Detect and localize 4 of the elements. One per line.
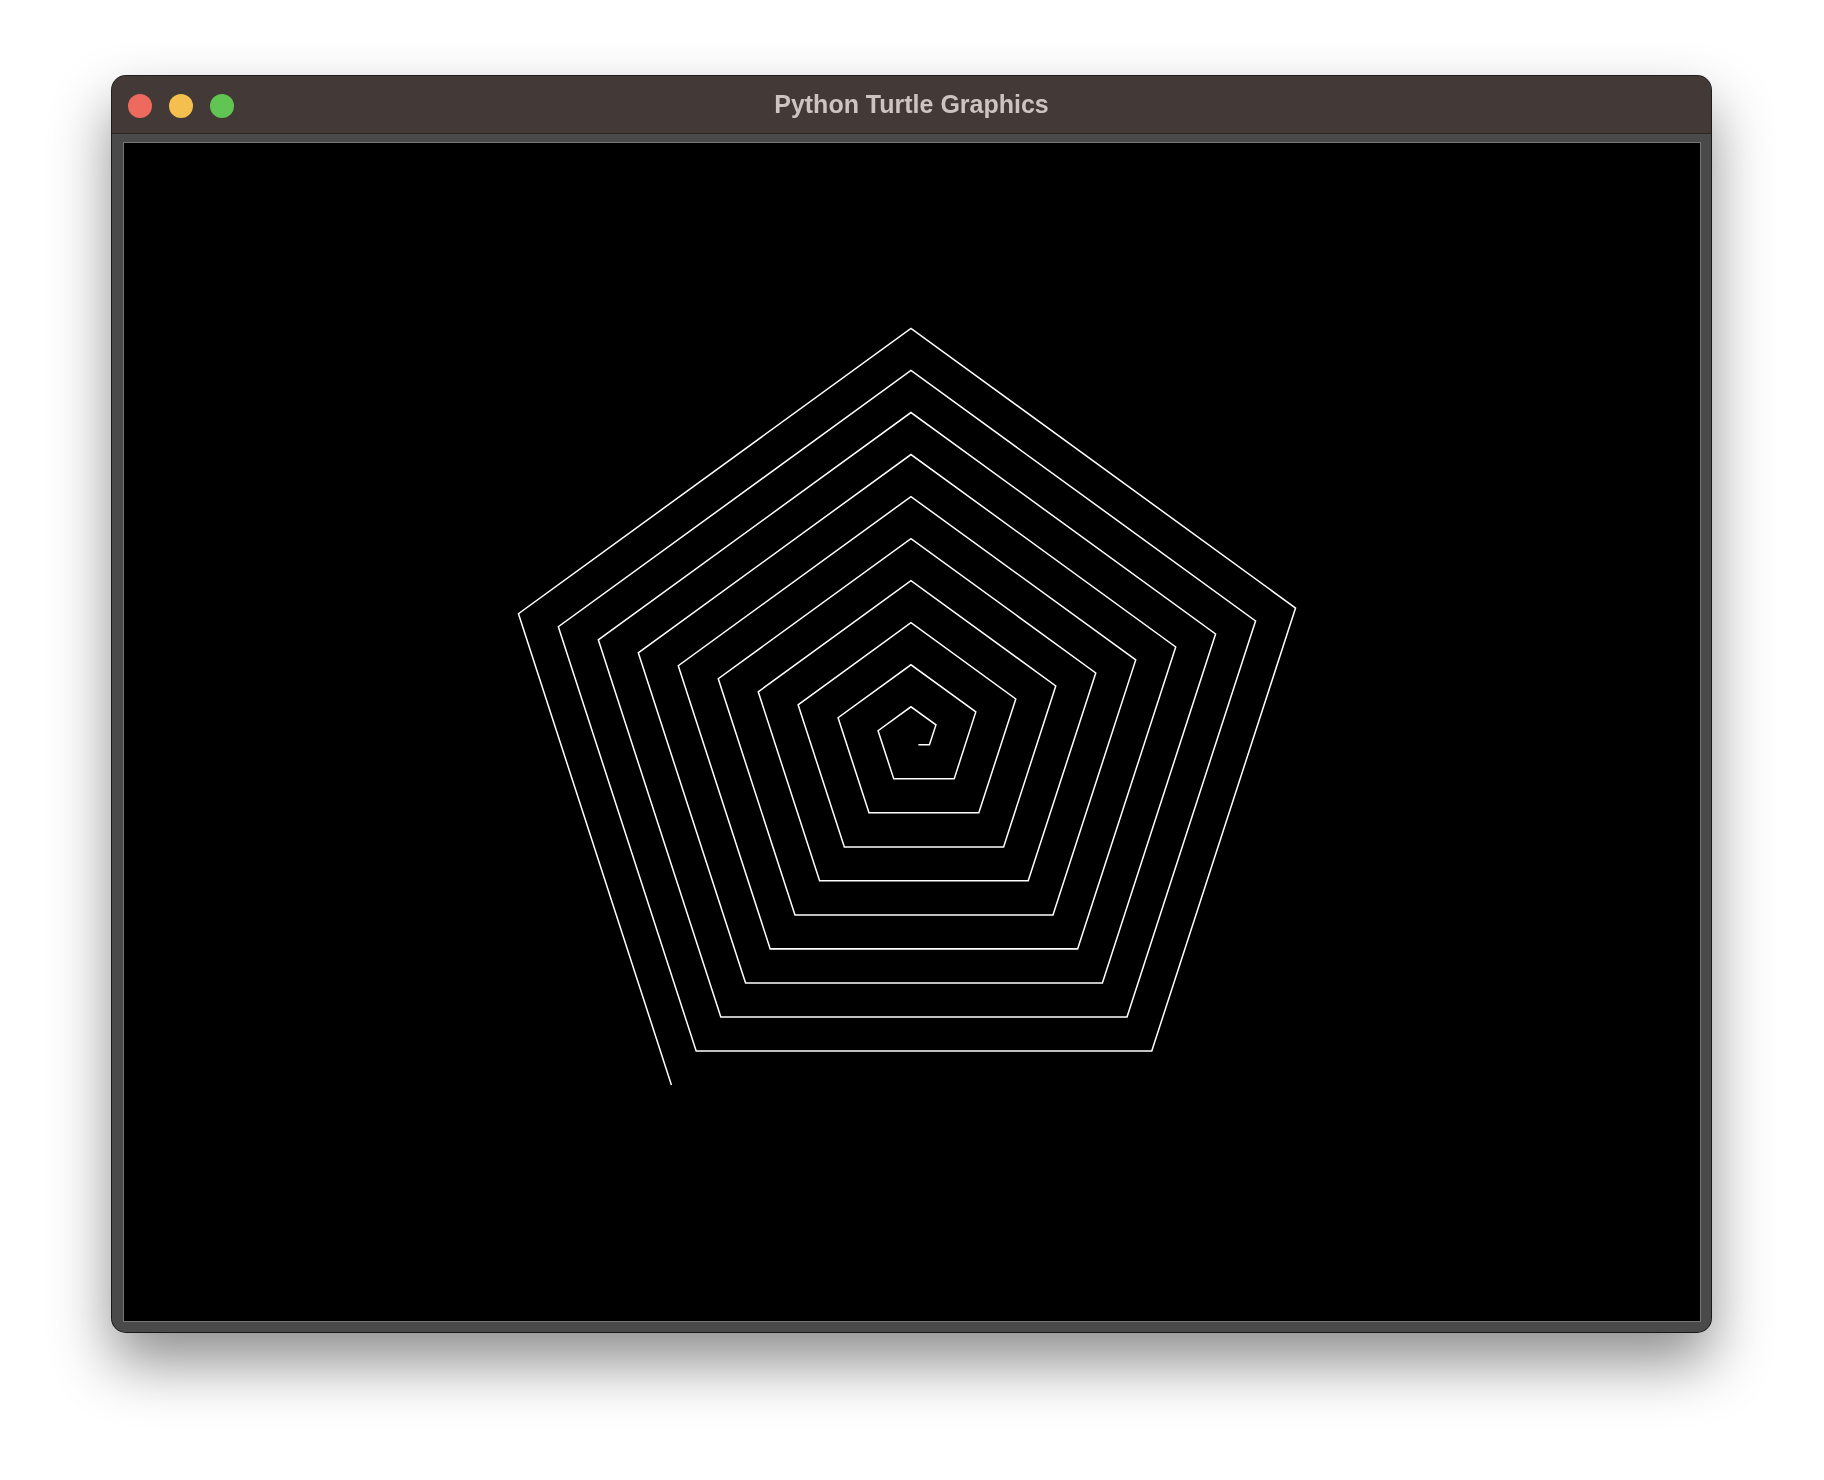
close-icon[interactable] xyxy=(128,94,152,118)
window-title: Python Turtle Graphics xyxy=(774,90,1049,119)
maximize-icon[interactable] xyxy=(210,94,234,118)
minimize-icon[interactable] xyxy=(169,94,193,118)
